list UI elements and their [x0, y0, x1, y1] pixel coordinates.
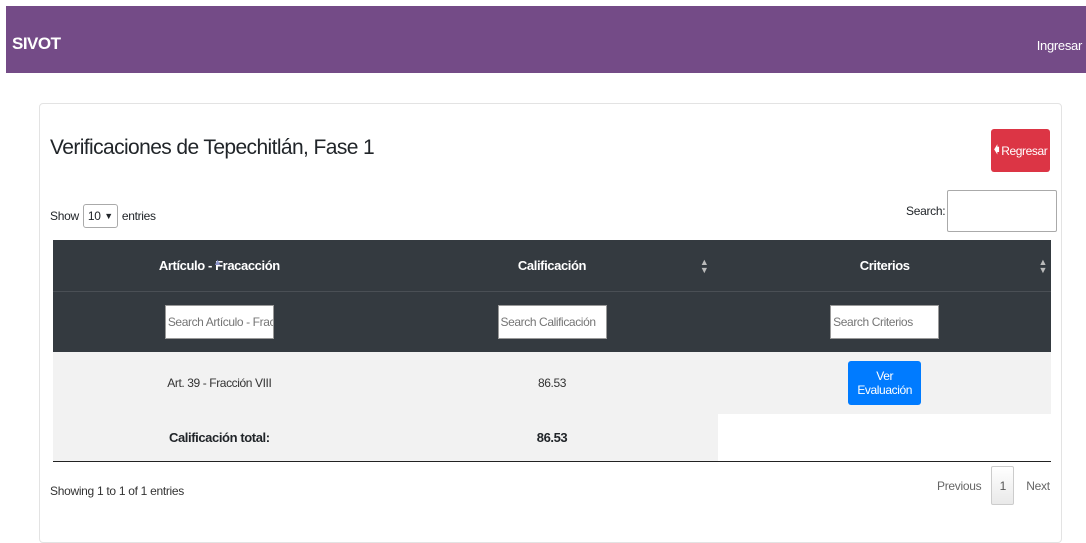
chevron-down-icon: ▼: [104, 211, 113, 221]
brand-link[interactable]: SIVOT: [12, 34, 61, 54]
articulo-cell: Art. 39 - Fracción VIII: [167, 376, 272, 390]
length-suffix: entries: [121, 209, 156, 223]
total-row: Calificación total: 86.53: [53, 414, 1052, 461]
entries-select[interactable]: 10 ▼: [82, 204, 118, 228]
back-button[interactable]: 🡀 Regresar: [991, 129, 1050, 172]
filter-cell: Search Calificación: [386, 292, 719, 352]
filter-articulo-input[interactable]: Search Artículo - Fracacción: [164, 305, 274, 339]
total-label: Calificación total:: [53, 414, 386, 461]
search-label: Search:: [906, 204, 946, 218]
table-info: Showing 1 to 1 of 1 entries: [50, 484, 184, 498]
entries-select-value: 10: [87, 209, 101, 223]
length-prefix: Show: [50, 209, 79, 223]
back-button-label: Regresar: [1001, 143, 1048, 158]
main-card: Verificaciones de Tepechitlán, Fase 1 🡀 …: [39, 103, 1062, 543]
verifications-table: Artículo - Fracacción ▲ Calificación ▲ ▼ …: [53, 240, 1052, 462]
total-empty-cell: [718, 414, 1052, 461]
table-search: Search:: [906, 190, 1058, 232]
criterios-cell: Ver Evaluación: [718, 352, 1051, 414]
table-row: Art. 39 - Fracción VIII 86.53 Ver Evalua…: [53, 352, 1051, 414]
column-header-calificacion-label: Calificación: [517, 258, 587, 273]
entries-length-control: Show 10 ▼ entries: [50, 204, 156, 228]
pagination-previous[interactable]: Previous: [937, 479, 982, 493]
filter-row: Search Artículo - Fracacción Search Cali…: [53, 292, 1051, 352]
sort-both-icon: ▲ ▼: [699, 257, 709, 275]
navbar: SIVOT Ingresar: [6, 6, 1086, 73]
pagination-next[interactable]: Next: [1026, 479, 1050, 493]
ver-evaluacion-button[interactable]: Ver Evaluación: [848, 361, 922, 405]
search-input[interactable]: [947, 190, 1058, 232]
column-header-criterios[interactable]: Criterios ▲ ▼: [718, 240, 1051, 291]
filter-cell: Search Artículo - Fracacción: [53, 292, 386, 352]
column-header-calificacion[interactable]: Calificación ▲ ▼: [386, 240, 719, 291]
column-header-criterios-label: Criterios: [859, 258, 910, 273]
sort-both-icon: ▲ ▼: [1038, 257, 1048, 275]
filter-cell: Search Criterios: [718, 292, 1051, 352]
calificacion-cell: 86.53: [537, 376, 567, 390]
column-header-articulo[interactable]: Artículo - Fracacción ▲: [53, 240, 386, 291]
filter-criterios-input[interactable]: Search Criterios: [830, 305, 940, 339]
arrow-left-icon: 🡀: [993, 144, 1000, 156]
pagination-page-1[interactable]: 1: [991, 466, 1015, 505]
table-bottom-border: [53, 461, 1051, 462]
total-value: 86.53: [385, 414, 719, 461]
page-title: Verificaciones de Tepechitlán, Fase 1: [50, 136, 375, 159]
sort-asc-icon: ▲: [213, 257, 222, 267]
filter-calificacion-input[interactable]: Search Calificación: [497, 305, 607, 339]
login-link[interactable]: Ingresar: [1037, 38, 1083, 53]
header-row: Artículo - Fracacción ▲ Calificación ▲ ▼ …: [53, 240, 1051, 292]
pagination: Previous 1 Next: [937, 466, 1050, 505]
table-header: Artículo - Fracacción ▲ Calificación ▲ ▼ …: [53, 240, 1051, 352]
